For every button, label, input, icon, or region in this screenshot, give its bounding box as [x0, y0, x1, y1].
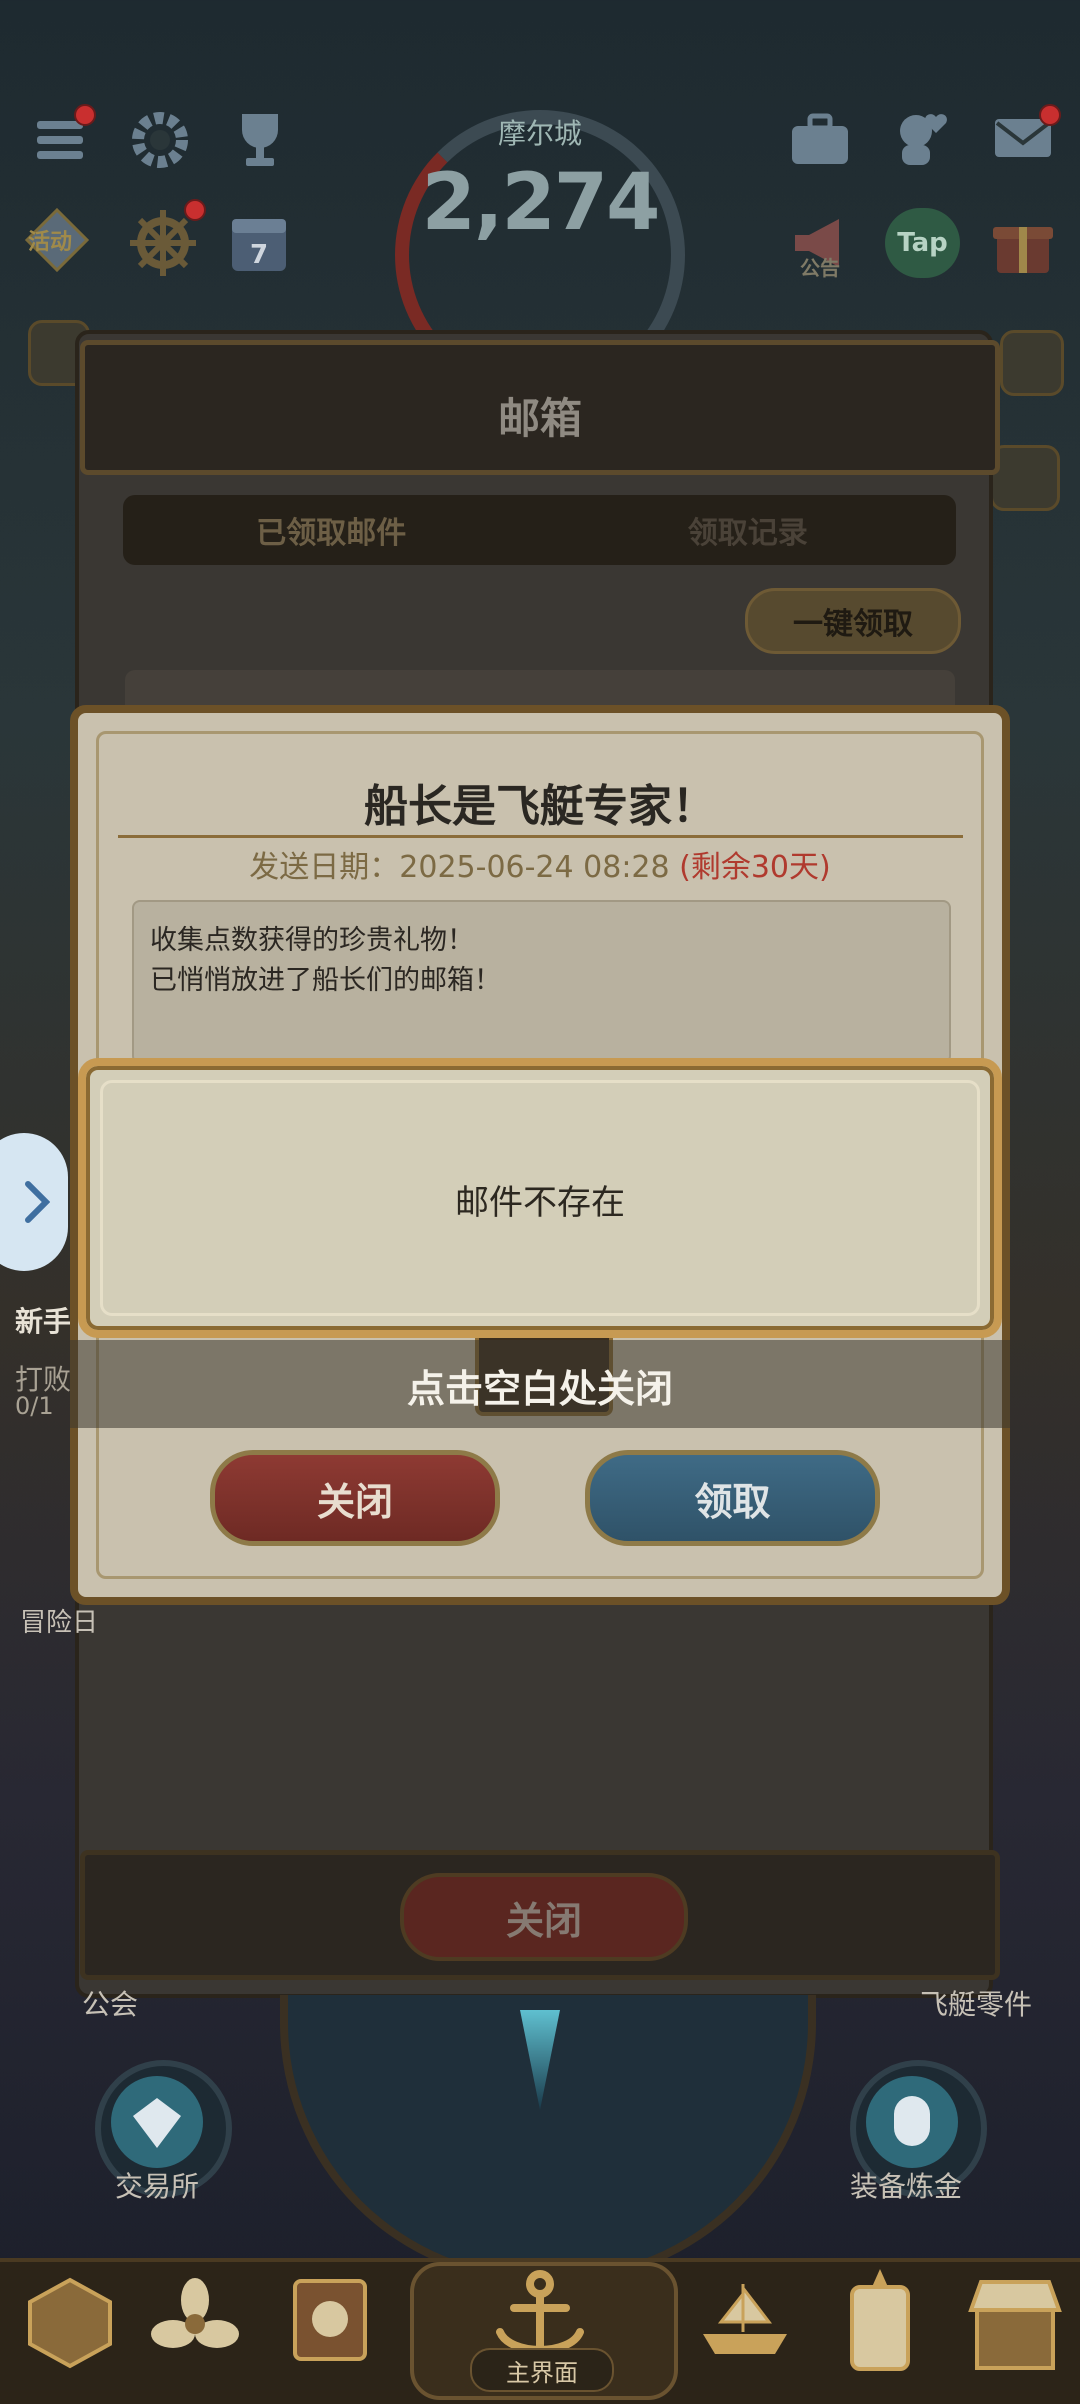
mail-body-line: 已悄悄放进了船长们的邮箱！	[150, 965, 501, 996]
airship-parts-label: 飞艇零件	[920, 1988, 1033, 2021]
home-label: 主界面	[470, 2348, 614, 2392]
mailbox-header: 邮箱	[80, 340, 1000, 475]
friends-icon[interactable]	[885, 100, 960, 175]
toast-message: 邮件不存在	[455, 1183, 625, 1223]
city-value: 2,274	[421, 158, 661, 248]
nav-crew-banner-icon[interactable]	[275, 2262, 385, 2382]
svg-text:7: 7	[250, 240, 268, 270]
quest-title-label: 新手	[15, 1305, 72, 1338]
city-gauge: 摩尔城 2,274	[395, 110, 685, 400]
mailbox-tabs: 已领取邮件 领取记录	[123, 495, 956, 565]
mailbox-title: 邮箱	[497, 394, 582, 443]
menu-icon[interactable]	[30, 104, 96, 170]
gift-icon[interactable]	[985, 205, 1060, 280]
toolbox-icon[interactable]	[785, 105, 855, 175]
send-date-text: 发送日期：2025-06-24 08:28	[249, 850, 680, 885]
trophy-icon[interactable]	[225, 105, 295, 175]
tab-received-mail[interactable]: 已领取邮件	[123, 495, 540, 565]
right-side-icon[interactable]	[990, 445, 1060, 511]
dialog-claim-button[interactable]: 领取	[585, 1450, 880, 1546]
dialog-close-button[interactable]: 关闭	[210, 1450, 500, 1546]
activity-label: 活动	[28, 230, 73, 255]
adventure-label: 冒险日	[20, 1608, 99, 1638]
nav-crafting-icon[interactable]	[15, 2262, 125, 2382]
guild-label: 公会	[82, 1988, 139, 2021]
calendar-icon[interactable]: 7	[228, 208, 290, 276]
nav-propeller-icon[interactable]	[140, 2262, 250, 2382]
title-divider	[118, 835, 963, 838]
mail-list-item[interactable]	[125, 670, 955, 710]
notification-dot	[74, 104, 96, 126]
alchemy-label: 装备炼金	[850, 2170, 963, 2203]
nav-airship-icon[interactable]	[690, 2262, 800, 2382]
mailbox-close-button[interactable]: 关闭	[400, 1873, 688, 1961]
remaining-days: (剩余30天)	[679, 850, 831, 885]
gear-icon[interactable]	[125, 105, 195, 175]
dismiss-hint: 点击空白处关闭	[406, 1367, 673, 1411]
mail-body-line: 收集点数获得的珍贵礼物！	[150, 925, 474, 956]
mail-title: 船长是飞艇专家！	[364, 781, 716, 832]
mail-send-date: 发送日期：2025-06-24 08:28 (剩余30天)	[0, 842, 1080, 886]
taptap-label: Tap	[897, 228, 948, 258]
nav-rank-icon[interactable]	[825, 2262, 935, 2382]
city-name: 摩尔城	[497, 117, 582, 150]
nav-shop-icon[interactable]	[960, 2262, 1070, 2382]
right-side-icon[interactable]	[1000, 330, 1064, 396]
helm-icon[interactable]	[125, 199, 206, 280]
notification-dot	[184, 199, 206, 221]
announcement-label: 公告	[800, 256, 840, 280]
exchange-label: 交易所	[115, 2170, 200, 2203]
taptap-icon[interactable]: Tap	[885, 208, 960, 278]
notification-dot	[1039, 104, 1061, 126]
mail-icon[interactable]	[990, 104, 1061, 165]
claim-all-button[interactable]: 一键领取	[745, 588, 961, 654]
tab-claim-history[interactable]: 领取记录	[540, 495, 957, 565]
